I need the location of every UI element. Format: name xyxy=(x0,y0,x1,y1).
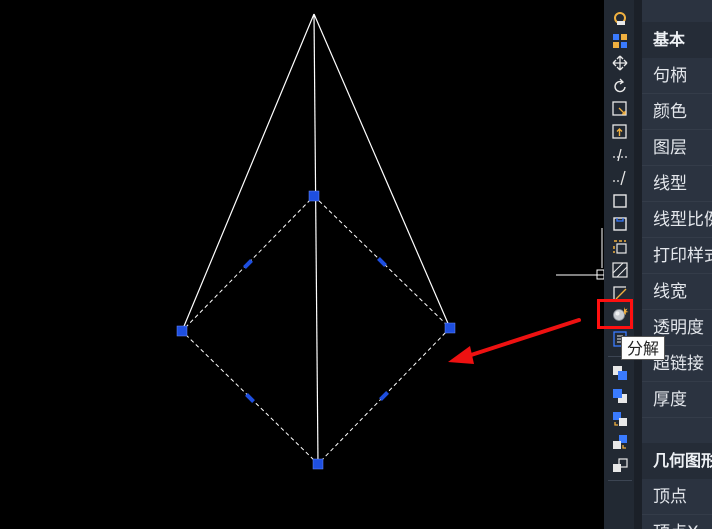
property-vertex-x[interactable]: 顶点X xyxy=(642,515,712,529)
draw-order-front-icon[interactable] xyxy=(611,364,629,382)
rectangle-icon[interactable] xyxy=(611,192,629,210)
copy-icon[interactable] xyxy=(611,123,629,141)
property-handle[interactable]: 句柄 xyxy=(642,58,712,94)
properties-panel: 基本 句柄 颜色 图层 线型 线型比例 打印样式 线宽 透明度 超链接 厚度 几… xyxy=(642,0,712,529)
vertex-grip[interactable] xyxy=(176,325,188,337)
scale-icon[interactable] xyxy=(611,100,629,118)
property-color[interactable]: 颜色 xyxy=(642,94,712,130)
hatch-icon[interactable] xyxy=(611,261,629,279)
property-linetype-scale[interactable]: 线型比例 xyxy=(642,202,712,238)
toolbar-separator xyxy=(608,480,632,481)
drawing-canvas[interactable] xyxy=(0,0,604,529)
modify-toolbar xyxy=(604,0,634,529)
array-icon[interactable] xyxy=(611,238,629,256)
property-vertex[interactable]: 顶点 xyxy=(642,479,712,515)
explode-highlight-box xyxy=(597,299,633,329)
section-geometry[interactable]: 几何图形 xyxy=(642,443,712,479)
trim-icon[interactable] xyxy=(611,169,629,187)
property-thickness[interactable]: 厚度 xyxy=(642,382,712,418)
vertex-grip[interactable] xyxy=(444,322,456,334)
move-icon[interactable] xyxy=(611,54,629,72)
select-all-icon[interactable] xyxy=(611,32,629,50)
block-icon[interactable] xyxy=(611,215,629,233)
bring-text-front-icon[interactable] xyxy=(611,456,629,474)
property-lineweight[interactable]: 线宽 xyxy=(642,274,712,310)
property-layer[interactable]: 图层 xyxy=(642,130,712,166)
panel-gutter xyxy=(634,0,642,529)
draw-order-back-icon[interactable] xyxy=(611,387,629,405)
explode-tooltip: 分解 xyxy=(621,336,666,360)
vertex-grip[interactable] xyxy=(308,190,320,202)
quick-select-icon[interactable] xyxy=(611,9,629,27)
section-general[interactable]: 基本 xyxy=(642,22,712,58)
send-under-icon[interactable] xyxy=(611,433,629,451)
bring-above-icon[interactable] xyxy=(611,410,629,428)
property-linetype[interactable]: 线型 xyxy=(642,166,712,202)
property-plot-style[interactable]: 打印样式 xyxy=(642,238,712,274)
extend-icon[interactable] xyxy=(611,146,629,164)
vertex-grip[interactable] xyxy=(312,458,324,470)
rotate-icon[interactable] xyxy=(611,77,629,95)
